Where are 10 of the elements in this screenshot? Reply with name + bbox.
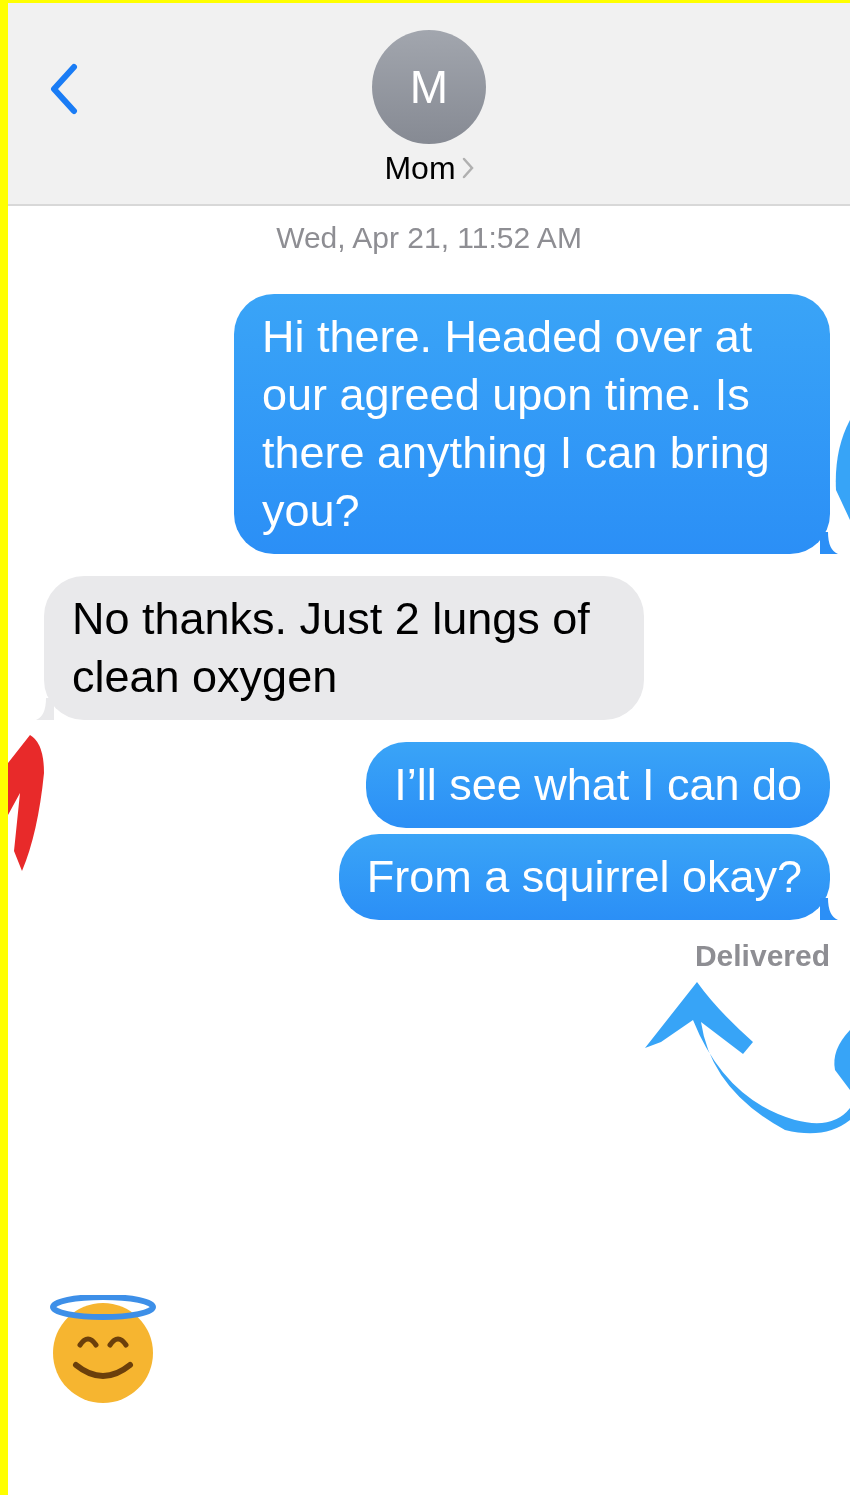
back-icon[interactable] xyxy=(48,63,78,115)
message-bubble: From a squirrel okay? xyxy=(338,834,830,920)
chevron-right-icon[interactable] xyxy=(461,157,474,179)
message-bubble: Hi there. Headed over at our agreed upon time. Is there anything I can bring you? xyxy=(234,294,830,554)
message-timestamp: Wed, Apr 21, 11:52 AM xyxy=(276,220,582,256)
delivery-status: Delivered xyxy=(694,938,830,974)
message-bubble: No thanks. Just 2 lungs of clean oxygen xyxy=(44,576,644,720)
halo-smiley-icon xyxy=(50,1295,156,1403)
contact-name[interactable]: Mom xyxy=(384,148,456,188)
message-bubble: I’ll see what I can do xyxy=(366,742,830,828)
